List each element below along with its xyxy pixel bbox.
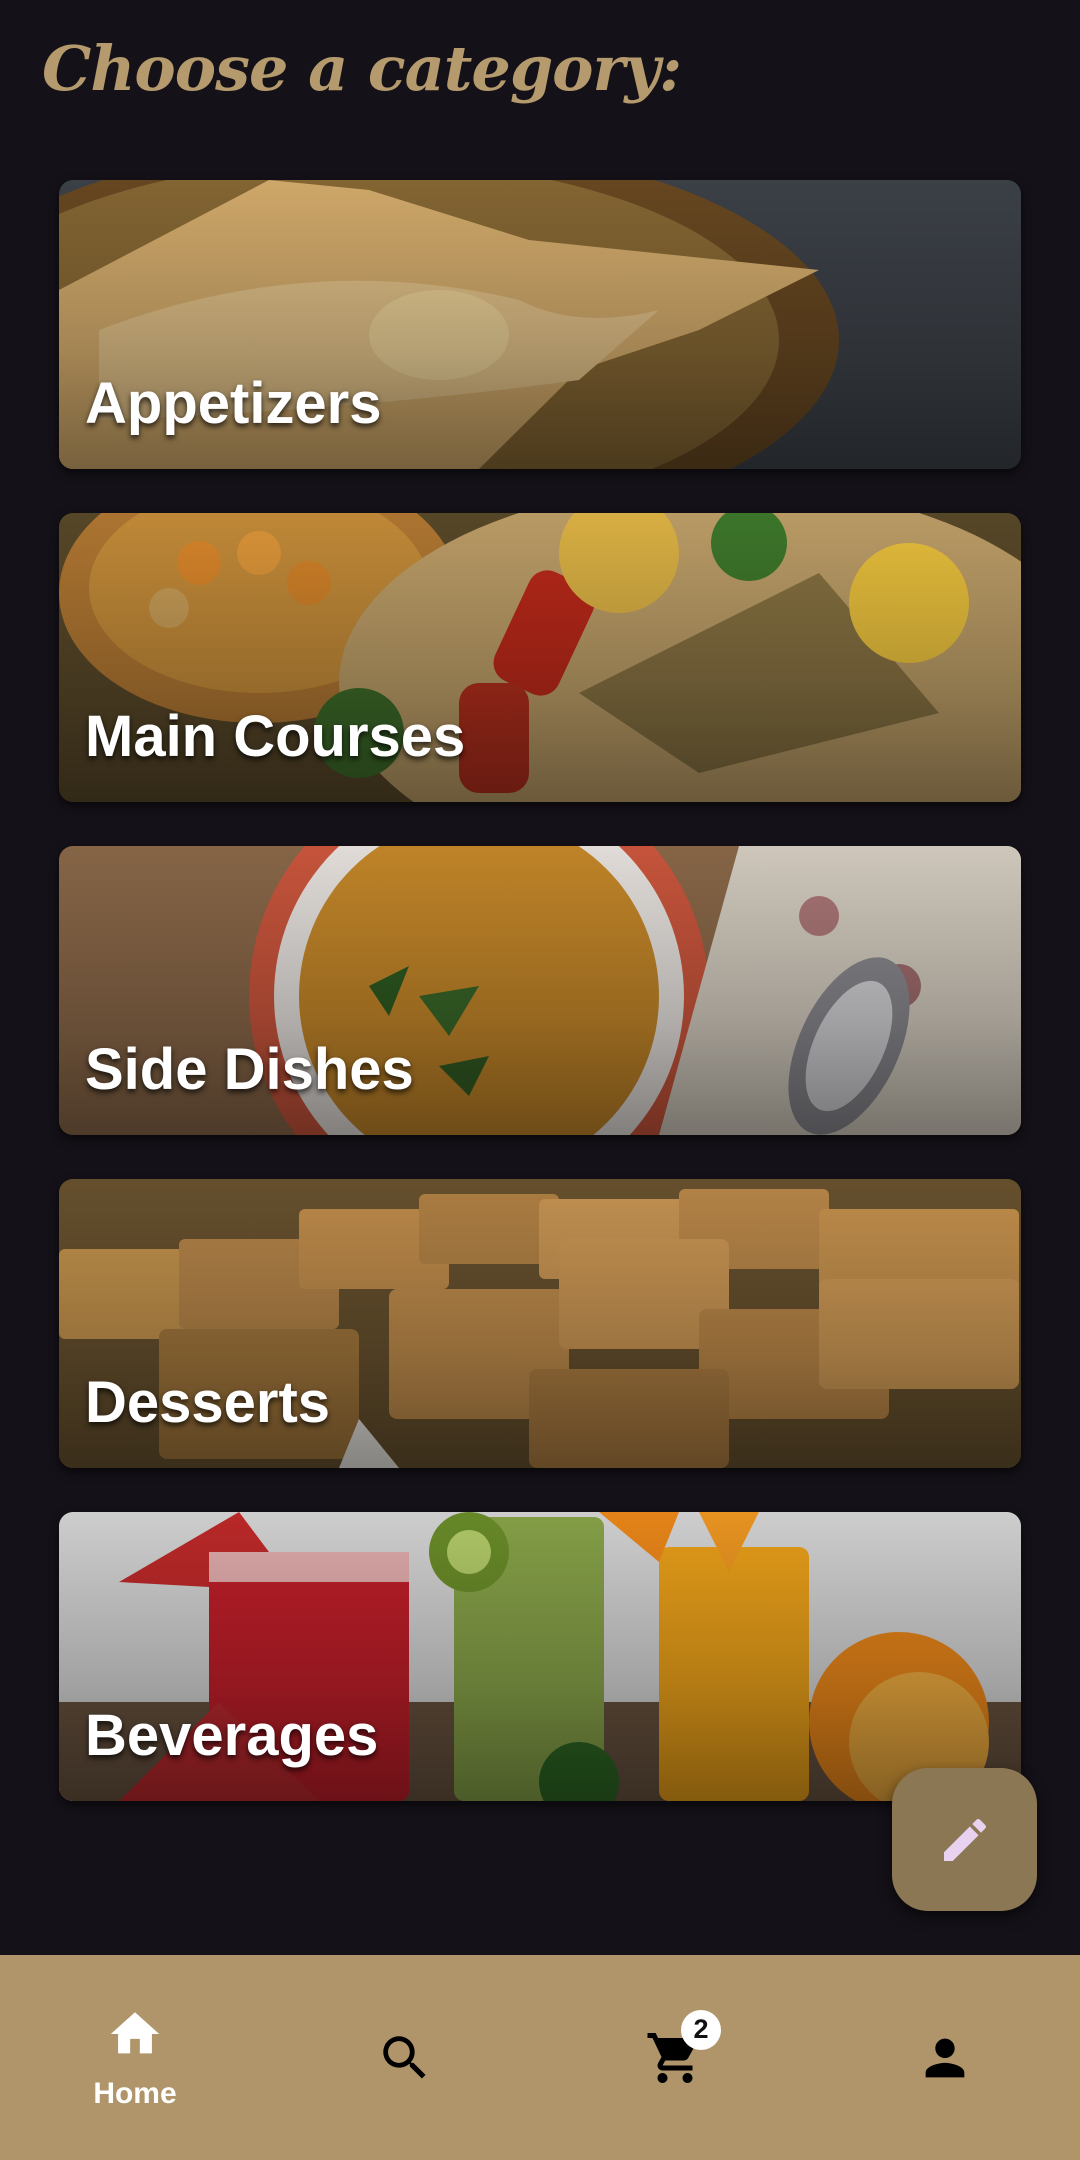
nav-item-home[interactable]: Home — [0, 1955, 270, 2160]
nav-label-home: Home — [93, 2076, 177, 2110]
category-card-beverages[interactable]: Beverages — [59, 1512, 1021, 1801]
page-title: Choose a category: — [42, 32, 682, 105]
category-label: Appetizers — [85, 371, 382, 436]
home-icon — [110, 2011, 160, 2053]
person-icon — [925, 2038, 965, 2077]
nav-item-search[interactable] — [270, 1955, 540, 2160]
category-card-main-courses[interactable]: Main Courses — [59, 513, 1021, 802]
screen: Choose a category: Appetizers Main Cours… — [0, 0, 1080, 2160]
nav-item-profile[interactable] — [810, 1955, 1080, 2160]
cart-icon-wrapper: 2 — [645, 2009, 721, 2088]
search-icon — [383, 2035, 426, 2079]
category-label: Desserts — [85, 1370, 331, 1435]
cart-badge: 2 — [681, 2009, 721, 2050]
pencil-icon — [943, 1818, 986, 1861]
bottom-navigation: Home 2 — [0, 1955, 1080, 2160]
category-label: Beverages — [85, 1703, 379, 1768]
category-card-desserts[interactable]: Desserts — [59, 1179, 1021, 1468]
edit-fab-button[interactable] — [892, 1768, 1037, 1911]
category-label: Main Courses — [85, 704, 466, 769]
nav-item-cart[interactable]: 2 — [540, 1955, 810, 2160]
category-label: Side Dishes — [85, 1037, 414, 1102]
category-card-side-dishes[interactable]: Side Dishes — [59, 846, 1021, 1135]
category-card-appetizers[interactable]: Appetizers — [59, 180, 1021, 469]
